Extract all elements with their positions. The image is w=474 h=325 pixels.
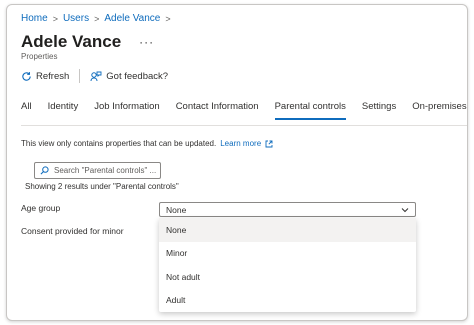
breadcrumb-chevron-icon: > [94,13,100,24]
feedback-button[interactable]: Got feedback? [90,71,168,82]
info-bar: This view only contains properties that … [21,139,273,148]
dropdown-option-minor[interactable]: Minor [159,242,416,266]
breadcrumb-chevron-icon: > [165,13,171,24]
tab-identity[interactable]: Identity [48,101,79,120]
breadcrumb-user[interactable]: Adele Vance [104,13,160,24]
chevron-down-icon [401,208,409,213]
search-input[interactable]: Search "Parental controls" ... [34,162,161,179]
results-count: Showing 2 results under "Parental contro… [25,182,179,191]
dropdown-option-none[interactable]: None [159,218,416,242]
consent-label: Consent provided for minor [21,226,124,236]
age-group-label: Age group [21,203,61,213]
title-row: Adele Vance ··· [21,32,154,52]
tab-parental-controls[interactable]: Parental controls [274,101,346,120]
tab-on-premises[interactable]: On-premises [412,101,466,120]
learn-more-link[interactable]: Learn more [220,139,261,148]
tab-job-information[interactable]: Job Information [94,101,159,120]
refresh-button[interactable]: Refresh [21,71,69,82]
search-placeholder: Search "Parental controls" ... [54,166,157,175]
dropdown-option-not-adult[interactable]: Not adult [159,265,416,289]
age-group-dropdown: None Minor Not adult Adult [159,218,416,312]
breadcrumb: Home > Users > Adele Vance > [21,13,176,24]
info-text: This view only contains properties that … [21,139,217,148]
refresh-label: Refresh [36,70,70,82]
external-link-icon [265,140,273,147]
age-group-value: None [166,204,187,215]
toolbar: Refresh Got feedback? [21,69,168,83]
search-icon [40,166,49,175]
refresh-icon [22,71,31,81]
tab-settings[interactable]: Settings [362,101,396,120]
tabs-divider [21,125,467,126]
breadcrumb-users[interactable]: Users [63,13,89,24]
page-subtitle: Properties [21,52,58,61]
tab-contact-information[interactable]: Contact Information [176,101,259,120]
breadcrumb-home[interactable]: Home [21,13,48,24]
toolbar-divider [79,69,81,83]
breadcrumb-chevron-icon: > [52,13,58,24]
tab-bar: All Identity Job Information Contact Inf… [21,101,467,120]
properties-window: Home > Users > Adele Vance > Adele Vance… [6,4,468,321]
feedback-icon [90,71,102,81]
more-options-button[interactable]: ··· [139,35,154,49]
page-title: Adele Vance [21,32,122,51]
tab-all[interactable]: All [21,101,32,120]
age-group-select[interactable]: None [159,202,416,217]
feedback-label: Got feedback? [106,70,169,82]
dropdown-option-adult[interactable]: Adult [159,289,416,313]
